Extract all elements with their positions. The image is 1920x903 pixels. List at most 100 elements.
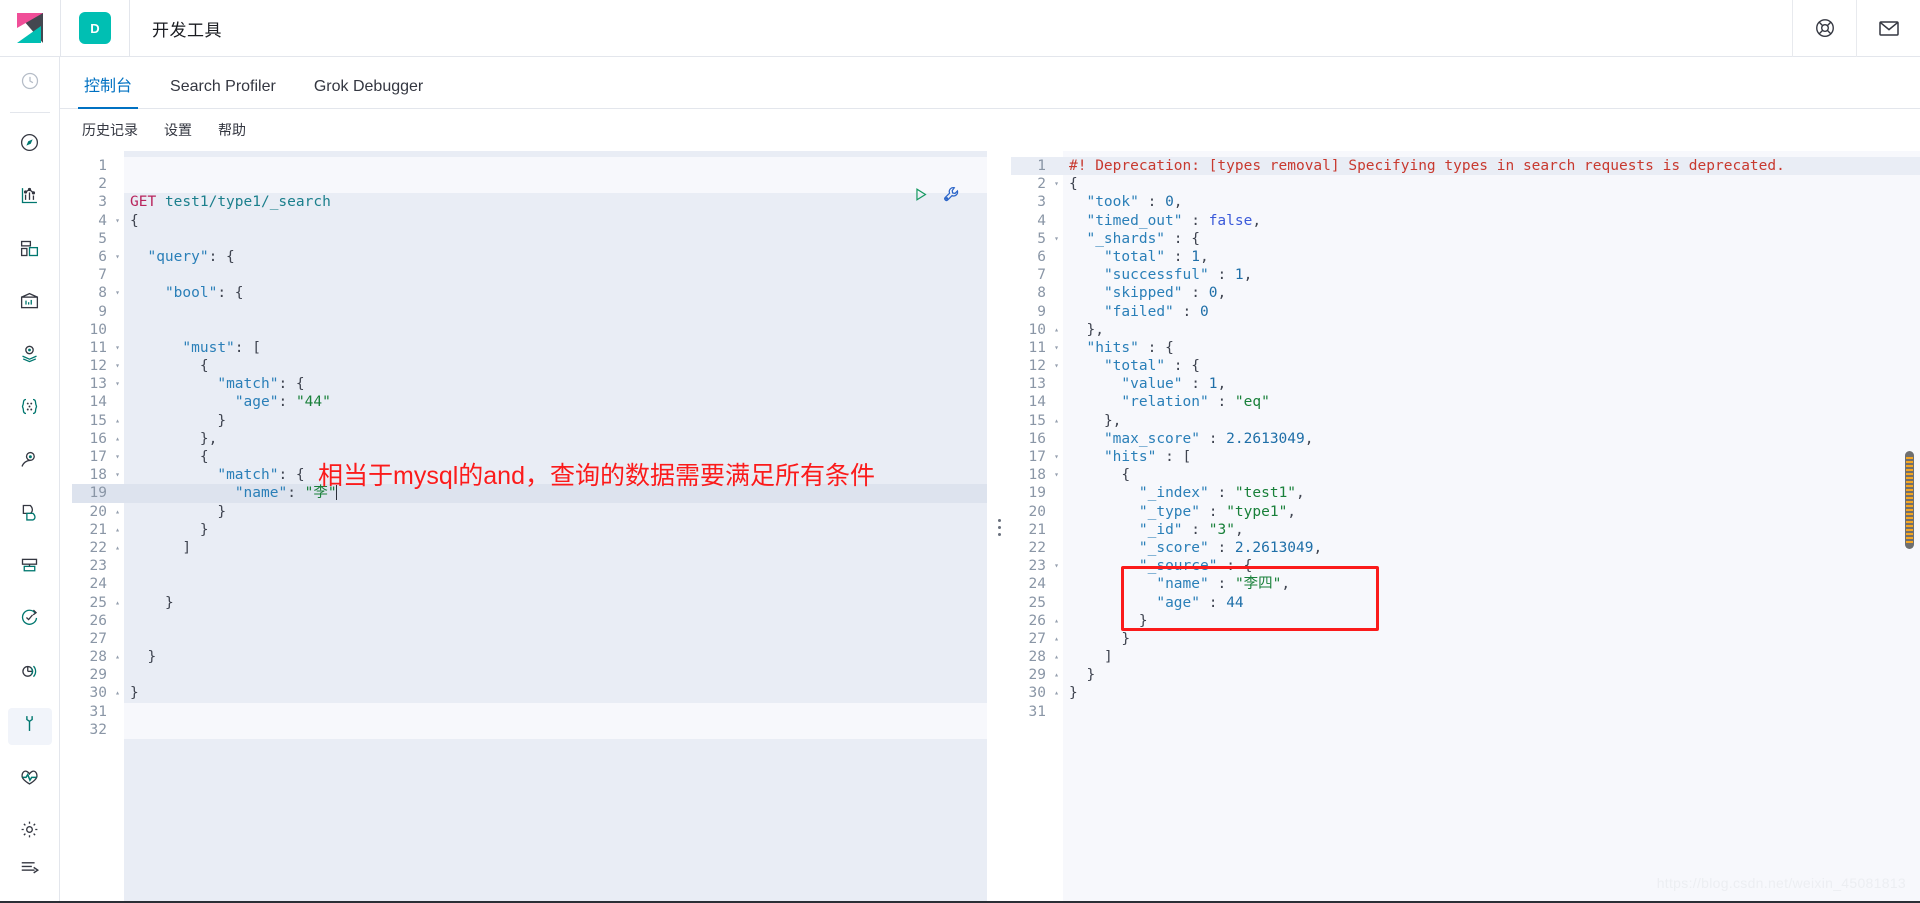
fold-toggle-icon[interactable]: ▾ [1049, 466, 1059, 484]
code-line[interactable]: "bool": { [124, 284, 987, 302]
fold-toggle-icon[interactable]: ▾ [1049, 357, 1059, 375]
code-line[interactable]: ] [1063, 648, 1920, 666]
fold-toggle-icon[interactable]: ▴ [1049, 684, 1059, 702]
sidebar-item-canvas[interactable] [8, 285, 52, 322]
code-line[interactable]: "timed_out" : false, [1063, 212, 1920, 230]
code-line[interactable]: "successful" : 1, [1063, 266, 1920, 284]
fold-toggle-icon[interactable]: ▾ [1049, 230, 1059, 248]
fold-toggle-icon[interactable]: ▾ [1049, 448, 1059, 466]
code-line[interactable] [124, 702, 987, 721]
news-feed-button[interactable] [1856, 0, 1920, 57]
code-line[interactable]: "took" : 0, [1063, 193, 1920, 211]
help-button[interactable] [1792, 0, 1856, 57]
fold-toggle-icon[interactable]: ▴ [1049, 630, 1059, 648]
sidebar-item-discover[interactable] [8, 127, 52, 164]
space-avatar[interactable]: D [79, 12, 111, 44]
sidebar-item-maps[interactable] [8, 338, 52, 375]
code-line[interactable] [124, 575, 987, 593]
fold-toggle-icon[interactable]: ▾ [110, 248, 120, 266]
code-line[interactable]: GET test1/type1/_search [124, 193, 987, 211]
code-line[interactable]: { [124, 212, 987, 230]
fold-toggle-icon[interactable]: ▾ [110, 375, 120, 393]
code-line[interactable]: #! Deprecation: [types removal] Specifyi… [1063, 157, 1920, 176]
fold-toggle-icon[interactable]: ▾ [110, 357, 120, 375]
sidebar-item-monitoring[interactable] [8, 760, 52, 797]
wrench-icon[interactable] [942, 185, 961, 209]
code-line[interactable]: } [124, 503, 987, 521]
sidebar-item-logs[interactable] [8, 496, 52, 533]
code-line[interactable] [124, 157, 987, 176]
sidebar-item-management[interactable] [8, 813, 52, 850]
response-scrollbar[interactable] [1905, 451, 1914, 549]
code-line[interactable]: "failed" : 0 [1063, 303, 1920, 321]
tab-search-profiler[interactable]: Search Profiler [168, 79, 278, 108]
code-line[interactable]: "max_score" : 2.2613049, [1063, 430, 1920, 448]
fold-toggle-icon[interactable]: ▴ [110, 521, 120, 539]
sidebar-item-apm[interactable] [8, 549, 52, 586]
sidebar-item-uptime[interactable] [8, 602, 52, 639]
play-triangle-icon[interactable] [912, 186, 929, 208]
code-line[interactable] [124, 321, 987, 339]
code-line[interactable]: "_score" : 2.2613049, [1063, 539, 1920, 557]
code-line[interactable]: } [124, 594, 987, 612]
code-line[interactable]: { [124, 357, 987, 375]
code-line[interactable] [124, 612, 987, 630]
fold-toggle-icon[interactable]: ▴ [110, 412, 120, 430]
code-line[interactable]: "value" : 1, [1063, 375, 1920, 393]
sidebar-item-recently-viewed[interactable] [8, 65, 52, 102]
code-line[interactable]: } [1063, 684, 1920, 702]
code-line[interactable] [124, 630, 987, 648]
code-line[interactable]: "relation" : "eq" [1063, 393, 1920, 411]
fold-toggle-icon[interactable]: ▴ [110, 594, 120, 612]
code-line[interactable]: "_source" : { [1063, 557, 1920, 575]
fold-toggle-icon[interactable]: ▴ [1049, 612, 1059, 630]
request-gutter[interactable]: 1 2 3 4 ▾ 5 6 ▾ 7 8 ▾ 9 10 11 ▾ 12 ▾ 13 ▾ 14 15 ▴ 16 ▴ 17 ▾ 18 ▾ 19 2… [72, 151, 124, 903]
collapse-nav-button[interactable] [8, 850, 52, 887]
fold-toggle-icon[interactable]: ▾ [110, 339, 120, 357]
code-line[interactable]: "skipped" : 0, [1063, 284, 1920, 302]
code-line[interactable]: "match": { [124, 466, 987, 484]
code-line[interactable]: "must": [ [124, 339, 987, 357]
code-line[interactable] [124, 720, 987, 739]
code-line[interactable]: ] [124, 539, 987, 557]
console-response-editor[interactable]: #! Deprecation: [types removal] Specifyi… [1063, 151, 1920, 903]
fold-toggle-icon[interactable]: ▾ [1049, 557, 1059, 575]
code-line[interactable]: "_type" : "type1", [1063, 503, 1920, 521]
code-line[interactable]: } [124, 648, 987, 666]
code-line[interactable]: "_shards" : { [1063, 230, 1920, 248]
code-line[interactable]: "name": "李" [124, 484, 987, 503]
code-line[interactable]: } [124, 684, 987, 702]
code-line[interactable] [124, 666, 987, 684]
code-line[interactable]: "_index" : "test1", [1063, 484, 1920, 502]
code-line[interactable]: "age" : 44 [1063, 594, 1920, 612]
console-request-editor[interactable]: GET test1/type1/_search{ "query": { "boo… [124, 151, 987, 903]
fold-toggle-icon[interactable]: ▴ [1049, 666, 1059, 684]
code-line[interactable] [124, 303, 987, 321]
code-line[interactable]: "hits" : { [1063, 339, 1920, 357]
code-line[interactable]: "query": { [124, 248, 987, 266]
code-line[interactable]: } [1063, 612, 1920, 630]
submenu-help[interactable]: 帮助 [218, 120, 246, 140]
sidebar-item-visualize[interactable] [8, 180, 52, 217]
submenu-history[interactable]: 历史记录 [82, 120, 138, 140]
sidebar-item-machine-learning[interactable] [8, 391, 52, 428]
code-line[interactable]: { [1063, 175, 1920, 193]
response-gutter[interactable]: 1 2 ▾ 3 4 5 ▾ 6 7 8 9 10 ▴ 11 ▾ 12 ▾ 13 14 15 ▴ 16 17 ▾ 18 ▾ 19 20 2… [1011, 151, 1063, 903]
fold-toggle-icon[interactable]: ▾ [110, 466, 120, 484]
code-line[interactable]: "_id" : "3", [1063, 521, 1920, 539]
code-line[interactable]: "match": { [124, 375, 987, 393]
code-line[interactable]: { [124, 448, 987, 466]
code-line[interactable] [1063, 703, 1920, 721]
sidebar-item-infrastructure[interactable] [8, 444, 52, 481]
fold-toggle-icon[interactable]: ▴ [110, 539, 120, 557]
fold-toggle-icon[interactable]: ▾ [1049, 339, 1059, 357]
fold-toggle-icon[interactable]: ▴ [110, 503, 120, 521]
code-line[interactable] [124, 557, 987, 575]
code-line[interactable] [124, 175, 987, 194]
fold-toggle-icon[interactable]: ▴ [1049, 648, 1059, 666]
code-line[interactable]: "name" : "李四", [1063, 575, 1920, 593]
code-line[interactable]: "hits" : [ [1063, 448, 1920, 466]
fold-toggle-icon[interactable]: ▴ [110, 648, 120, 666]
pane-resizer[interactable] [987, 151, 1011, 903]
code-line[interactable]: } [124, 521, 987, 539]
